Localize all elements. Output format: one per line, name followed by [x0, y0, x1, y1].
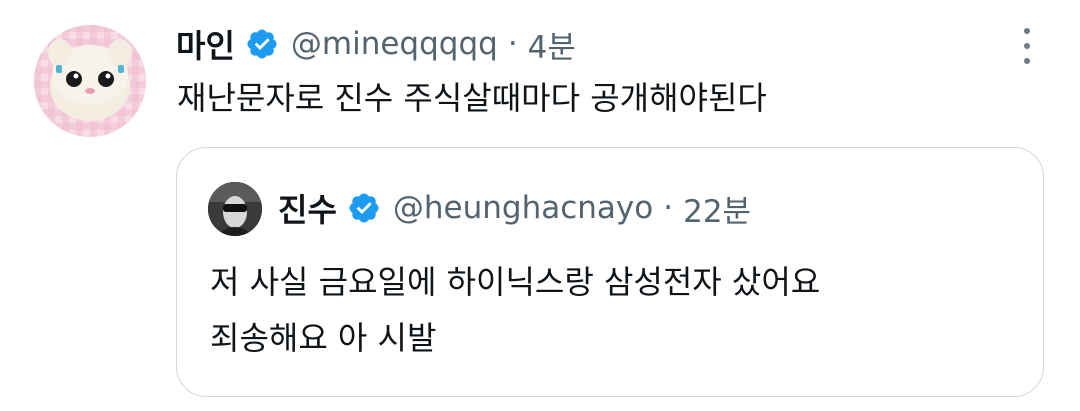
- more-dot: [1024, 43, 1030, 49]
- quoted-tweet[interactable]: 진수 @heunghacnayo · 22분 저 사실 금요일에 하이닉스랑 삼…: [176, 147, 1044, 397]
- quoted-tweet-timestamp[interactable]: 22분: [683, 186, 751, 231]
- verified-badge-icon[interactable]: [245, 27, 279, 61]
- verified-badge-icon[interactable]: [347, 191, 381, 225]
- tweet-timestamp[interactable]: 4분: [528, 22, 576, 67]
- quoted-user-avatar[interactable]: [208, 182, 262, 236]
- user-handle[interactable]: @mineqqqqq: [291, 26, 498, 62]
- quoted-text-line: 저 사실 금요일에 하이닉스랑 삼성전자 샀어요: [210, 263, 821, 301]
- user-avatar[interactable]: [34, 25, 146, 137]
- tweet-card[interactable]: 마인 @mineqqqqq · 4분 재난문자로 진수 주식살때마다 공개해야된…: [0, 0, 1080, 411]
- tweet-text: 재난문자로 진수 주식살때마다 공개해야된다: [177, 79, 767, 117]
- display-name[interactable]: 마인: [176, 21, 235, 67]
- quoted-display-name[interactable]: 진수: [278, 185, 337, 231]
- quoted-tweet-text: 저 사실 금요일에 하이닉스랑 삼성전자 샀어요 죄송해요 아 시발: [210, 254, 820, 366]
- avatar-plush-image: [34, 25, 146, 137]
- quoted-avatar-image: [208, 182, 262, 236]
- quoted-user-handle[interactable]: @heunghacnayo: [393, 190, 653, 226]
- more-dot: [1024, 28, 1030, 34]
- more-options-icon[interactable]: [1022, 28, 1032, 64]
- separator-dot: ·: [507, 26, 518, 62]
- separator-dot: ·: [663, 190, 674, 226]
- quoted-text-line: 죄송해요 아 시발: [210, 319, 437, 357]
- quoted-tweet-header: 진수 @heunghacnayo · 22분: [278, 186, 751, 230]
- more-dot: [1024, 58, 1030, 64]
- tweet-header: 마인 @mineqqqqq · 4분: [176, 22, 576, 66]
